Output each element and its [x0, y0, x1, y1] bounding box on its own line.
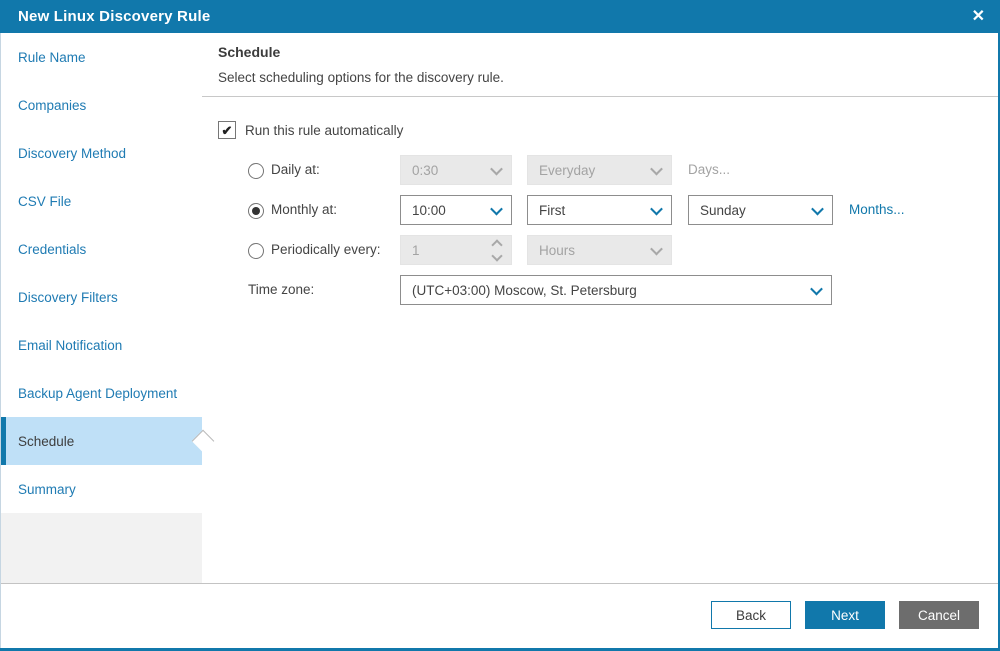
run-automatically-row: ✔ Run this rule automatically — [218, 121, 403, 139]
chevron-down-icon — [811, 202, 824, 215]
monthly-time-value: 10:00 — [412, 202, 446, 218]
monthly-time-select[interactable]: 10:00 — [400, 195, 512, 225]
close-icon[interactable]: ✕ — [972, 0, 985, 33]
spinner-down-icon — [491, 249, 503, 262]
page-subtitle: Select scheduling options for the discov… — [218, 70, 504, 85]
sidebar-item-label: Rule Name — [18, 49, 86, 65]
selected-step-bar — [1, 417, 6, 465]
footer-divider — [0, 583, 1000, 584]
days-link: Days... — [688, 162, 731, 177]
periodically-value: 1 — [412, 242, 420, 258]
window-left-border — [0, 33, 1, 651]
sidebar-item-label: Email Notification — [18, 337, 123, 353]
daily-radio[interactable] — [248, 163, 264, 179]
periodically-unit-value: Hours — [539, 242, 576, 258]
sidebar-item-summary[interactable]: Summary — [1, 465, 202, 513]
chevron-down-icon — [490, 202, 503, 215]
sidebar-item-csv-file[interactable]: CSV File — [1, 177, 202, 225]
daily-time-value: 0:30 — [412, 162, 439, 178]
monthly-weekday-select[interactable]: Sunday — [688, 195, 833, 225]
sidebar-item-schedule[interactable]: Schedule — [1, 417, 215, 465]
new-linux-discovery-rule-dialog: New Linux Discovery Rule ✕ Rule Name Com… — [0, 0, 1000, 651]
sidebar-filler — [1, 513, 202, 583]
next-button[interactable]: Next — [805, 601, 885, 629]
sidebar-item-label: Backup Agent Deployment — [18, 385, 178, 401]
run-automatically-checkbox[interactable]: ✔ — [218, 121, 236, 139]
periodically-unit-select: Hours — [527, 235, 672, 265]
timezone-value: (UTC+03:00) Moscow, St. Petersburg — [412, 282, 637, 298]
window-title: New Linux Discovery Rule — [18, 8, 211, 25]
back-button[interactable]: Back — [711, 601, 791, 629]
wizard-steps-sidebar: Rule Name Companies Discovery Method CSV… — [1, 33, 215, 583]
check-icon: ✔ — [221, 122, 233, 138]
sidebar-item-label: Credentials — [18, 241, 87, 257]
cancel-button[interactable]: Cancel — [899, 601, 979, 629]
daily-time-select: 0:30 — [400, 155, 512, 185]
sidebar-item-backup-agent-deployment[interactable]: Backup Agent Deployment — [1, 369, 202, 417]
sidebar-item-discovery-filters[interactable]: Discovery Filters — [1, 273, 202, 321]
sidebar-item-companies[interactable]: Companies — [1, 81, 202, 129]
monthly-radio[interactable] — [248, 203, 264, 219]
page-title: Schedule — [218, 44, 281, 60]
sidebar-item-label: Discovery Method — [18, 145, 127, 161]
monthly-weekday-value: Sunday — [700, 202, 746, 218]
sidebar-item-label: Summary — [18, 481, 76, 497]
chevron-down-icon — [650, 162, 663, 175]
monthly-week-select[interactable]: First — [527, 195, 672, 225]
periodically-value-spinner: 1 — [400, 235, 512, 265]
run-automatically-label: Run this rule automatically — [245, 122, 404, 138]
daily-kind-value: Everyday — [539, 162, 596, 178]
daily-label: Daily at: — [271, 162, 320, 177]
sidebar-item-label: CSV File — [18, 193, 72, 209]
sidebar-item-rule-name[interactable]: Rule Name — [1, 33, 202, 81]
months-link[interactable]: Months... — [849, 195, 905, 225]
sidebar-item-email-notification[interactable]: Email Notification — [1, 321, 202, 369]
periodically-label: Periodically every: — [271, 242, 381, 257]
chevron-down-icon — [490, 162, 503, 175]
chevron-down-icon — [650, 202, 663, 215]
sidebar-item-label: Discovery Filters — [18, 289, 118, 305]
monthly-week-value: First — [539, 202, 566, 218]
periodically-radio[interactable] — [248, 243, 264, 259]
schedule-step-panel: Schedule Select scheduling options for t… — [202, 33, 998, 583]
chevron-down-icon — [650, 242, 663, 255]
header-divider — [202, 96, 998, 97]
title-bar: New Linux Discovery Rule ✕ — [0, 0, 1000, 33]
chevron-down-icon — [810, 282, 823, 295]
daily-kind-select: Everyday — [527, 155, 672, 185]
spinner-up-icon — [491, 238, 503, 251]
sidebar-item-label: Schedule — [18, 433, 75, 449]
monthly-label: Monthly at: — [271, 202, 338, 217]
sidebar-item-discovery-method[interactable]: Discovery Method — [1, 129, 202, 177]
timezone-label: Time zone: — [248, 282, 315, 297]
spinner-arrows — [491, 238, 503, 262]
sidebar-item-label: Companies — [18, 97, 87, 113]
timezone-select[interactable]: (UTC+03:00) Moscow, St. Petersburg — [400, 275, 832, 305]
sidebar-item-credentials[interactable]: Credentials — [1, 225, 202, 273]
